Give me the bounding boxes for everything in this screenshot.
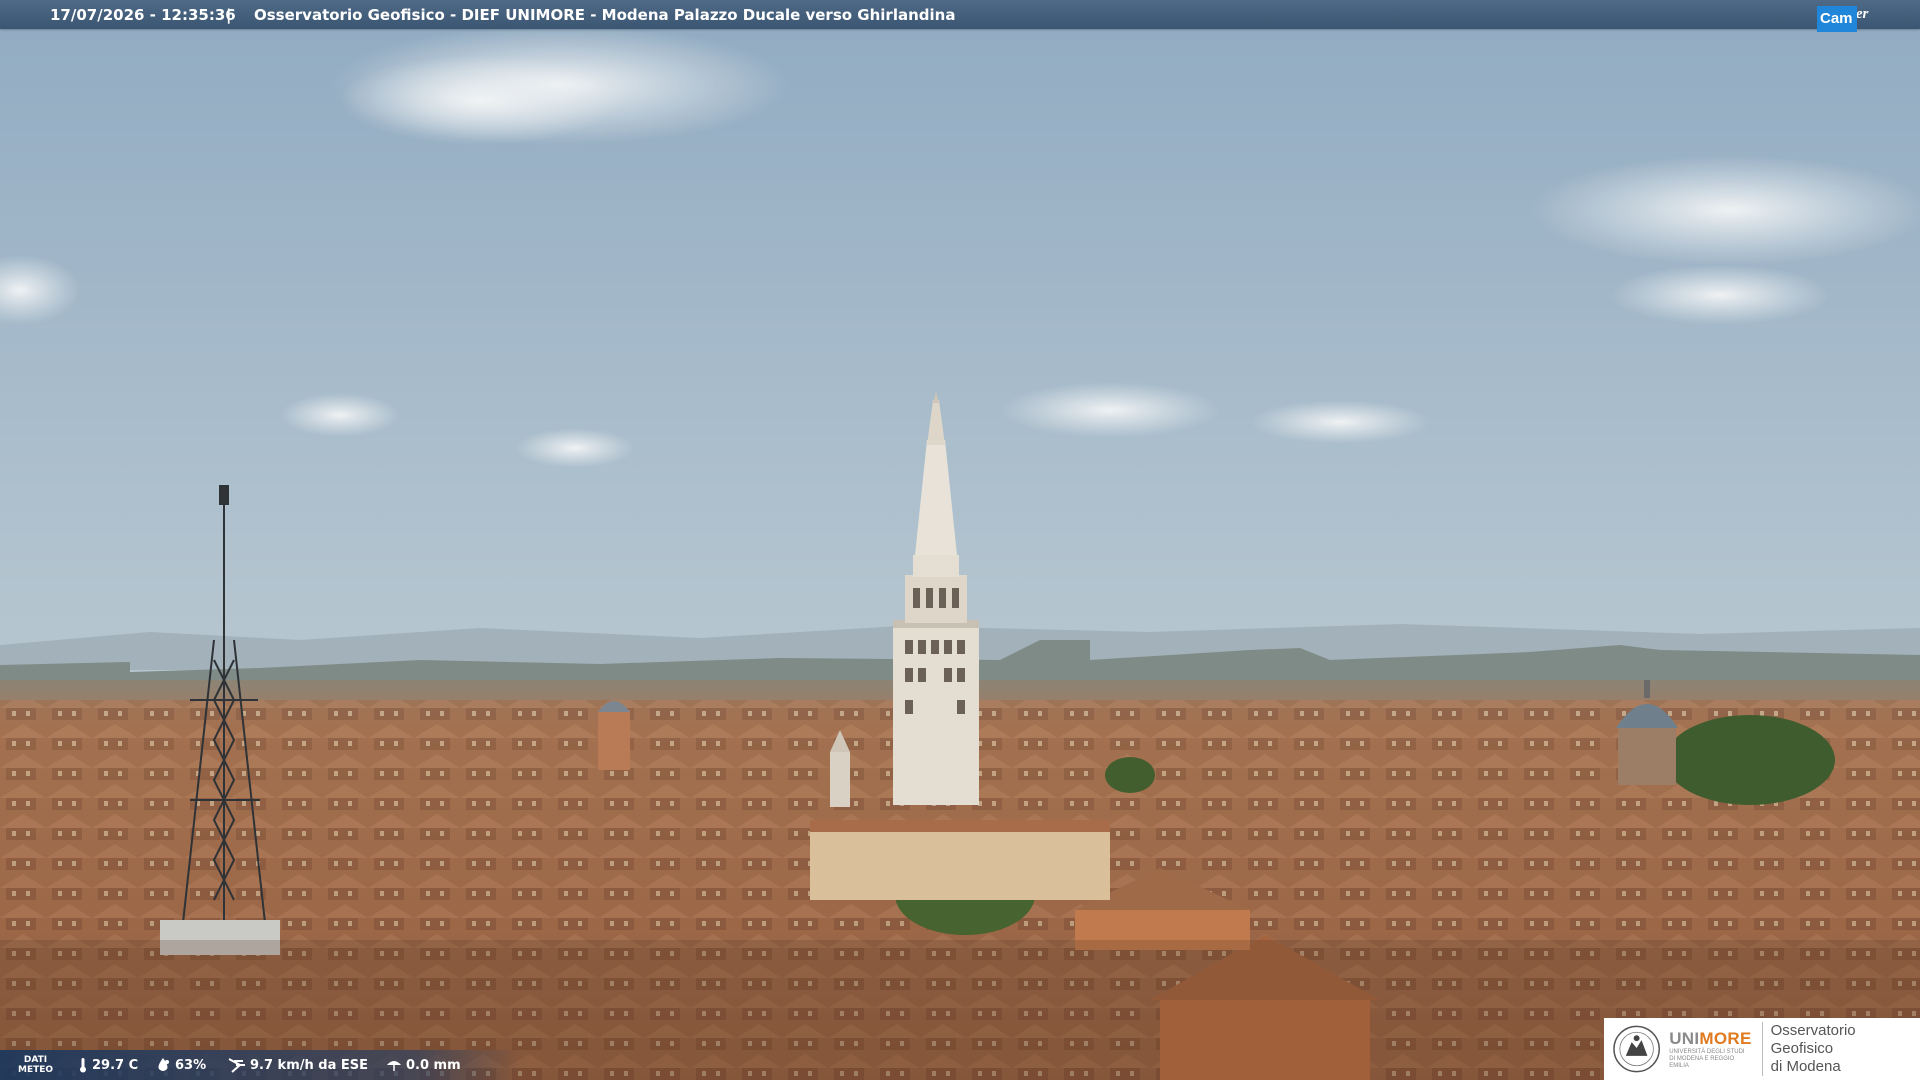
meteo-label-line1: DATI [23,1055,48,1065]
thermometer-icon [80,1058,86,1073]
meteo-data-label: DATI METEO [18,1055,53,1075]
unimore-subtitle: UNIVERSITÀ DEGLI STUDI DI MODENA E REGGI… [1669,1048,1745,1069]
rain-icon [387,1061,401,1071]
university-seal-icon [1613,1025,1660,1073]
webcam-image [0,0,1920,1080]
observatory-name: Osservatorio Geofisico di Modena [1761,1022,1920,1076]
timestamp: 17/07/2026 - 12:35:36 [50,6,236,24]
rain-value: 0.0 mm [406,1057,461,1073]
weathercam-logo-cam: Cam [1817,6,1857,32]
unimore-name-prefix: UNI [1669,1028,1700,1048]
unimore-wordmark: UNIMORE UNIVERSITÀ DEGLI STUDI DI MODENA… [1669,1029,1751,1070]
meteo-label-line2: METEO [18,1065,54,1075]
camera-title: Osservatorio Geofisico - DIEF UNIMORE - … [254,6,956,24]
meteo-data-bar: DATI METEO 29.7 C 63% 9.7 km/h da ESE 0.… [0,1050,520,1080]
wind-value: 9.7 km/h da ESE [250,1057,369,1073]
humidity-value: 63% [175,1057,207,1073]
temperature-value: 29.7 C [92,1057,139,1073]
wind-reading: 9.7 km/h da ESE [228,1057,368,1073]
unimore-name: UNIMORE [1669,1029,1751,1049]
wind-icon [228,1058,245,1073]
temperature-reading: 29.7 C [78,1057,138,1073]
unimore-name-suffix: MORE [1699,1028,1752,1048]
humidity-reading: 63% [155,1057,206,1073]
observatory-line1: Osservatorio Geofisico [1770,1022,1856,1057]
rain-reading: 0.0 mm [386,1057,461,1073]
weathercam-logo[interactable]: Weather Cam [1817,0,1920,32]
humidity-drop-icon [158,1058,169,1071]
observatory-line2: di Modena [1770,1058,1841,1075]
top-info-bar: 17/07/2026 - 12:35:36 | Osservatorio Geo… [0,0,1920,32]
unimore-logo[interactable]: UNIMORE UNIVERSITÀ DEGLI STUDI DI MODENA… [1604,1018,1920,1080]
header-separator: | [226,6,232,24]
